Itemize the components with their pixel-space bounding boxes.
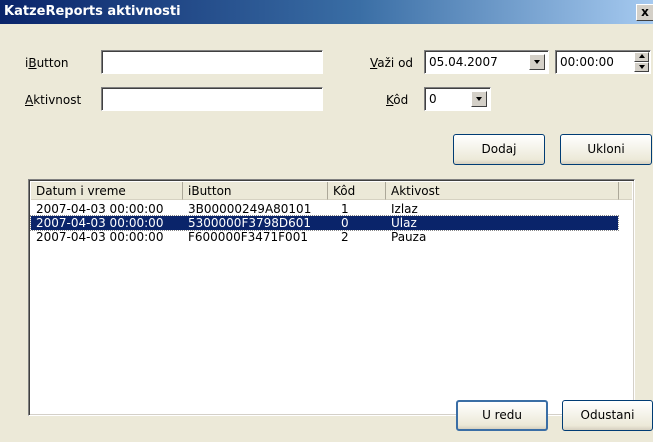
kod-select[interactable]: 0 bbox=[424, 87, 491, 111]
activity-list[interactable]: Datum i vreme iButton Kôd Aktivost 2007-… bbox=[28, 179, 635, 416]
ukloni-button[interactable]: Ukloni bbox=[560, 134, 652, 165]
dodaj-button-label: Dodaj bbox=[481, 142, 517, 156]
table-row[interactable]: 2007-04-03 00:00:00 3B00000249A80101 1 I… bbox=[31, 202, 618, 216]
ok-button-label: U redu bbox=[482, 408, 522, 422]
title-bar[interactable]: KatzeReports aktivnosti x bbox=[0, 0, 653, 24]
time-field[interactable]: 00:00:00 bbox=[555, 50, 651, 74]
column-header-datum[interactable]: Datum i vreme bbox=[31, 182, 183, 200]
ukloni-button-label: Ukloni bbox=[587, 142, 625, 156]
chevron-down-icon bbox=[476, 97, 482, 101]
cell-kod: 2 bbox=[341, 230, 349, 244]
close-icon: x bbox=[641, 5, 649, 19]
chevron-down-icon bbox=[638, 65, 645, 69]
table-row-selected[interactable]: 2007-04-03 00:00:00 5300000F3798D601 0 U… bbox=[30, 215, 619, 231]
window-title: KatzeReports aktivnosti bbox=[4, 4, 181, 19]
aktivnost-label: Aktivnost bbox=[25, 93, 82, 107]
cancel-button[interactable]: Odustani bbox=[562, 400, 653, 431]
cell-ibutton: F600000F3471F001 bbox=[188, 230, 308, 244]
column-header-kod[interactable]: Kôd bbox=[328, 182, 386, 200]
cell-ibutton: 3B00000249A80101 bbox=[188, 202, 312, 216]
vazi-od-label: Važi od bbox=[370, 56, 414, 70]
aktivnost-input[interactable] bbox=[101, 87, 323, 111]
kod-dropdown-button[interactable] bbox=[471, 91, 487, 107]
ok-button[interactable]: U redu bbox=[456, 400, 548, 431]
column-header-aktivost[interactable]: Aktivost bbox=[386, 182, 619, 200]
date-picker[interactable]: 05.04.2007 bbox=[424, 50, 549, 74]
ibutton-label: iButton bbox=[25, 56, 69, 70]
cell-aktivost: Pauza bbox=[391, 230, 427, 244]
cell-kod: 1 bbox=[341, 202, 349, 216]
chevron-down-icon bbox=[534, 60, 540, 64]
time-spin-down[interactable] bbox=[634, 62, 649, 72]
cell-ibutton: 5300000F3798D601 bbox=[188, 216, 312, 230]
column-header-filler bbox=[619, 182, 632, 200]
close-button[interactable]: x bbox=[636, 4, 653, 21]
date-dropdown-button[interactable] bbox=[529, 54, 545, 70]
dodaj-button[interactable]: Dodaj bbox=[453, 134, 545, 165]
cell-datum: 2007-04-03 00:00:00 bbox=[36, 216, 164, 230]
column-header-ibutton[interactable]: iButton bbox=[183, 182, 328, 200]
table-row[interactable]: 2007-04-03 00:00:00 F600000F3471F001 2 P… bbox=[31, 230, 618, 244]
cell-kod: 0 bbox=[341, 216, 349, 230]
chevron-up-icon bbox=[638, 54, 645, 58]
time-spin-up[interactable] bbox=[634, 52, 649, 62]
cancel-button-label: Odustani bbox=[580, 408, 635, 422]
cell-aktivost: Ulaz bbox=[391, 216, 417, 230]
list-header: Datum i vreme iButton Kôd Aktivost bbox=[31, 182, 632, 200]
kod-label: Kôd bbox=[386, 93, 409, 107]
cell-datum: 2007-04-03 00:00:00 bbox=[36, 230, 164, 244]
cell-datum: 2007-04-03 00:00:00 bbox=[36, 202, 164, 216]
cell-aktivost: Izlaz bbox=[391, 202, 418, 216]
ibutton-input[interactable] bbox=[101, 50, 323, 74]
